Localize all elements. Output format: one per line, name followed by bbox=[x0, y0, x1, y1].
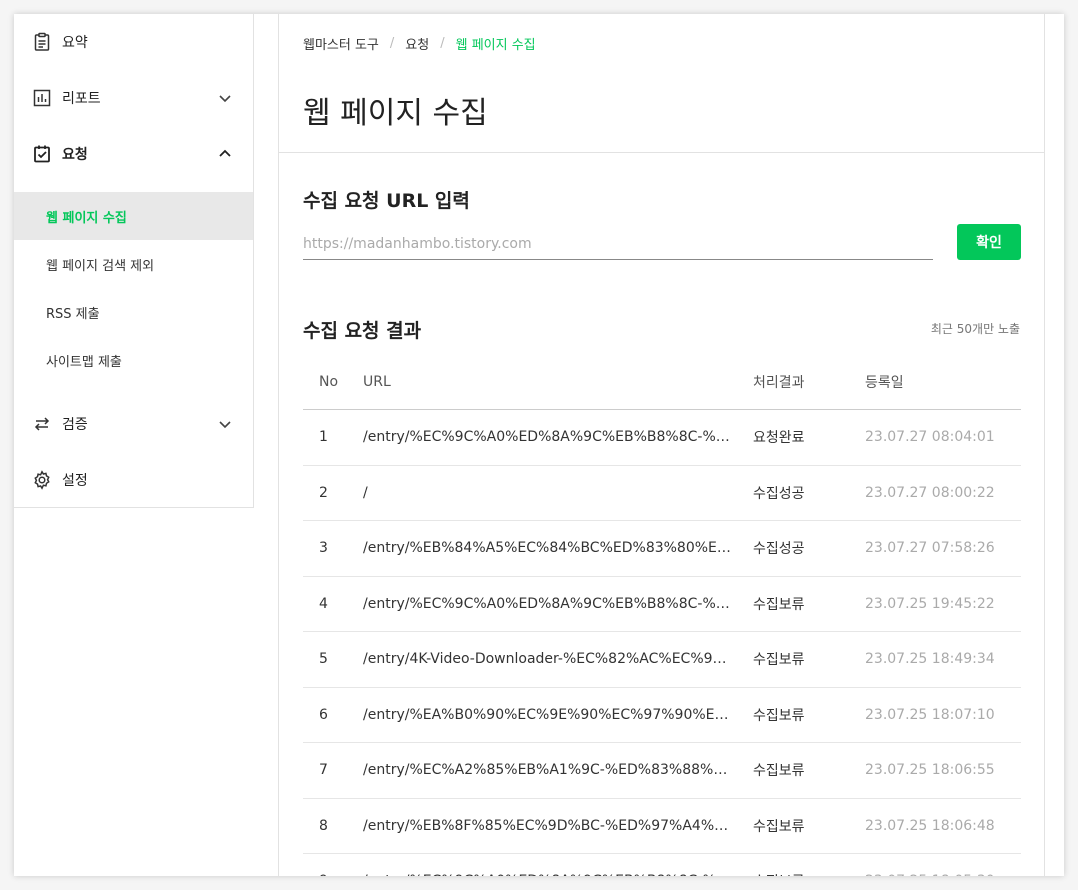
row-url[interactable]: /entry/%EB%8F%85%EC%9D%BC-%ED%97%A4%EC%9… bbox=[363, 818, 753, 834]
row-date: 23.07.27 08:04:01 bbox=[865, 429, 995, 446]
chevron-down-icon[interactable] bbox=[217, 416, 233, 432]
row-status: 수집보류 bbox=[753, 818, 805, 835]
sidebar-subitem-web-page-exclude[interactable]: 웹 페이지 검색 제외 bbox=[14, 240, 253, 288]
row-date: 23.07.27 08:00:22 bbox=[865, 484, 995, 501]
row-status: 요청완료 bbox=[753, 430, 805, 447]
row-date: 23.07.25 18:07:10 bbox=[865, 706, 995, 723]
sidebar-item-report[interactable]: 리포트 bbox=[14, 70, 253, 126]
row-url[interactable]: /entry/%EC%9C%A0%ED%8A%9C%EB%B8%8C-%EC%9… bbox=[363, 596, 753, 612]
chevron-up-icon[interactable] bbox=[217, 146, 233, 162]
row-no: 5 bbox=[319, 651, 328, 668]
clipboard-check-icon bbox=[32, 144, 52, 164]
breadcrumb-item-current: 웹 페이지 수집 bbox=[455, 38, 536, 53]
row-status: 수집보류 bbox=[753, 707, 805, 724]
row-no: 8 bbox=[319, 817, 328, 834]
row-url[interactable]: /entry/4K-Video-Downloader-%EC%82%AC%EC%… bbox=[363, 651, 753, 667]
results-title: 수집 요청 결과 bbox=[303, 320, 422, 342]
row-date: 23.07.25 18:06:48 bbox=[865, 817, 995, 834]
sidebar-item-label: 설정 bbox=[62, 473, 88, 489]
bar-chart-icon bbox=[32, 88, 52, 108]
sidebar-item-label: 리포트 bbox=[62, 91, 101, 107]
breadcrumb-separator: / bbox=[440, 36, 445, 51]
app-frame: 요약 리포트 요청 웹 페이지 수집 웹 페이지 검색 제외 RSS 제출 사이… bbox=[14, 14, 1064, 876]
table-row: 4/entry/%EC%9C%A0%ED%8A%9C%EB%B8%8C-%EC%… bbox=[303, 577, 1021, 632]
confirm-button[interactable]: 확인 bbox=[957, 224, 1021, 260]
table-row: 6/entry/%EA%B0%90%EC%9E%90%EC%97%90%EC%8… bbox=[303, 688, 1021, 743]
breadcrumb-item-webmaster-tools[interactable]: 웹마스터 도구 bbox=[303, 34, 379, 53]
row-date: 23.07.25 18:05:30 bbox=[865, 873, 1021, 876]
row-status: 수집보류 bbox=[753, 763, 805, 780]
table-row: 8/entry/%EB%8F%85%EC%9D%BC-%ED%97%A4%EC%… bbox=[303, 799, 1021, 854]
column-header-url: URL bbox=[363, 373, 391, 390]
sidebar-item-verify[interactable]: 검증 bbox=[14, 396, 253, 452]
main-content: 웹마스터 도구 / 요청 / 웹 페이지 수집 웹 페이지 수집 수집 요청 U… bbox=[278, 14, 1045, 876]
url-input[interactable] bbox=[303, 228, 933, 260]
column-header-no: No bbox=[319, 373, 339, 390]
header-divider bbox=[279, 152, 1044, 153]
gear-icon bbox=[32, 470, 52, 490]
row-no: 6 bbox=[319, 706, 328, 723]
row-no: 2 bbox=[319, 484, 328, 501]
sidebar: 요약 리포트 요청 웹 페이지 수집 웹 페이지 검색 제외 RSS 제출 사이… bbox=[14, 14, 254, 508]
row-date: 23.07.27 07:58:26 bbox=[865, 540, 995, 557]
chevron-down-icon[interactable] bbox=[217, 90, 233, 106]
table-row: 2 /수집성공 23.07.27 08:00:22 bbox=[303, 466, 1021, 521]
sidebar-subitem-web-page-collect[interactable]: 웹 페이지 수집 bbox=[14, 192, 253, 240]
table-row: 9/entry/%EC%9C%A0%ED%8A%9C%EB%B8%8C-%EC%… bbox=[303, 854, 1021, 876]
table-body: 1/entry/%EC%9C%A0%ED%8A%9C%EB%B8%8C-%ED%… bbox=[303, 410, 1021, 876]
clipboard-icon bbox=[32, 32, 52, 52]
row-status: 수집보류 bbox=[753, 596, 805, 613]
row-no: 7 bbox=[319, 762, 328, 779]
table-row: 7/entry/%EC%A2%85%EB%A1%9C-%ED%83%88%EB%… bbox=[303, 743, 1021, 799]
row-no: 4 bbox=[319, 595, 328, 612]
column-header-status: 처리결과 bbox=[753, 374, 805, 391]
row-status: 수집보류 bbox=[753, 871, 865, 876]
row-no: 1 bbox=[319, 429, 328, 446]
request-url-title: 수집 요청 URL 입력 bbox=[303, 190, 470, 212]
breadcrumb-item-request[interactable]: 요청 bbox=[405, 34, 429, 53]
sidebar-item-label: 요약 bbox=[62, 35, 88, 51]
breadcrumb-separator: / bbox=[389, 36, 395, 51]
row-date: 23.07.25 19:45:22 bbox=[865, 595, 995, 612]
sidebar-item-label: 검증 bbox=[62, 417, 88, 433]
sidebar-item-summary[interactable]: 요약 bbox=[14, 14, 253, 70]
row-url[interactable]: /entry/%EB%84%A5%EC%84%BC%ED%83%80%EC%9D… bbox=[363, 540, 753, 556]
breadcrumb: 웹마스터 도구 / 요청 / 웹 페이지 수집 bbox=[303, 34, 536, 53]
table-header: No URL 처리결과 등록일 bbox=[303, 354, 1021, 410]
row-url[interactable]: /entry/%EC%A2%85%EB%A1%9C-%ED%83%88%EB%A… bbox=[363, 762, 753, 778]
sidebar-item-settings[interactable]: 설정 bbox=[14, 452, 253, 508]
row-no: 3 bbox=[319, 540, 328, 557]
row-url[interactable]: /entry/%EA%B0%90%EC%9E%90%EC%97%90%EC%84… bbox=[363, 707, 753, 723]
sidebar-item-request[interactable]: 요청 bbox=[14, 126, 253, 182]
row-date: 23.07.25 18:49:34 bbox=[865, 651, 995, 668]
column-header-date: 등록일 bbox=[865, 374, 904, 391]
row-status: 수집성공 bbox=[753, 541, 805, 558]
row-url[interactable]: /entry/%EC%9C%A0%ED%8A%9C%EB%B8%8C-%EC%9… bbox=[363, 873, 753, 876]
table-row: 3/entry/%EB%84%A5%EC%84%BC%ED%83%80%EC%9… bbox=[303, 521, 1021, 577]
table-row: 5/entry/4K-Video-Downloader-%EC%82%AC%EC… bbox=[303, 632, 1021, 688]
row-url[interactable]: /entry/%EC%9C%A0%ED%8A%9C%EB%B8%8C-%ED%9… bbox=[363, 429, 753, 445]
sidebar-subitem-rss-submit[interactable]: RSS 제출 bbox=[14, 288, 253, 336]
sidebar-subitem-sitemap-submit[interactable]: 사이트맵 제출 bbox=[14, 336, 253, 384]
row-status: 수집성공 bbox=[753, 485, 805, 502]
row-date: 23.07.25 18:06:55 bbox=[865, 762, 995, 779]
results-table: No URL 처리결과 등록일 1/entry/%EC%9C%A0%ED%8A%… bbox=[303, 354, 1021, 876]
results-note: 최근 50개만 노출 bbox=[930, 322, 1020, 336]
row-no: 9 bbox=[303, 873, 363, 876]
row-status: 수집보류 bbox=[753, 652, 805, 669]
table-row: 1/entry/%EC%9C%A0%ED%8A%9C%EB%B8%8C-%ED%… bbox=[303, 410, 1021, 466]
swap-arrows-icon bbox=[32, 414, 52, 434]
page-title: 웹 페이지 수집 bbox=[303, 96, 488, 131]
sidebar-item-label: 요청 bbox=[62, 147, 88, 163]
row-url[interactable]: / bbox=[363, 485, 753, 501]
